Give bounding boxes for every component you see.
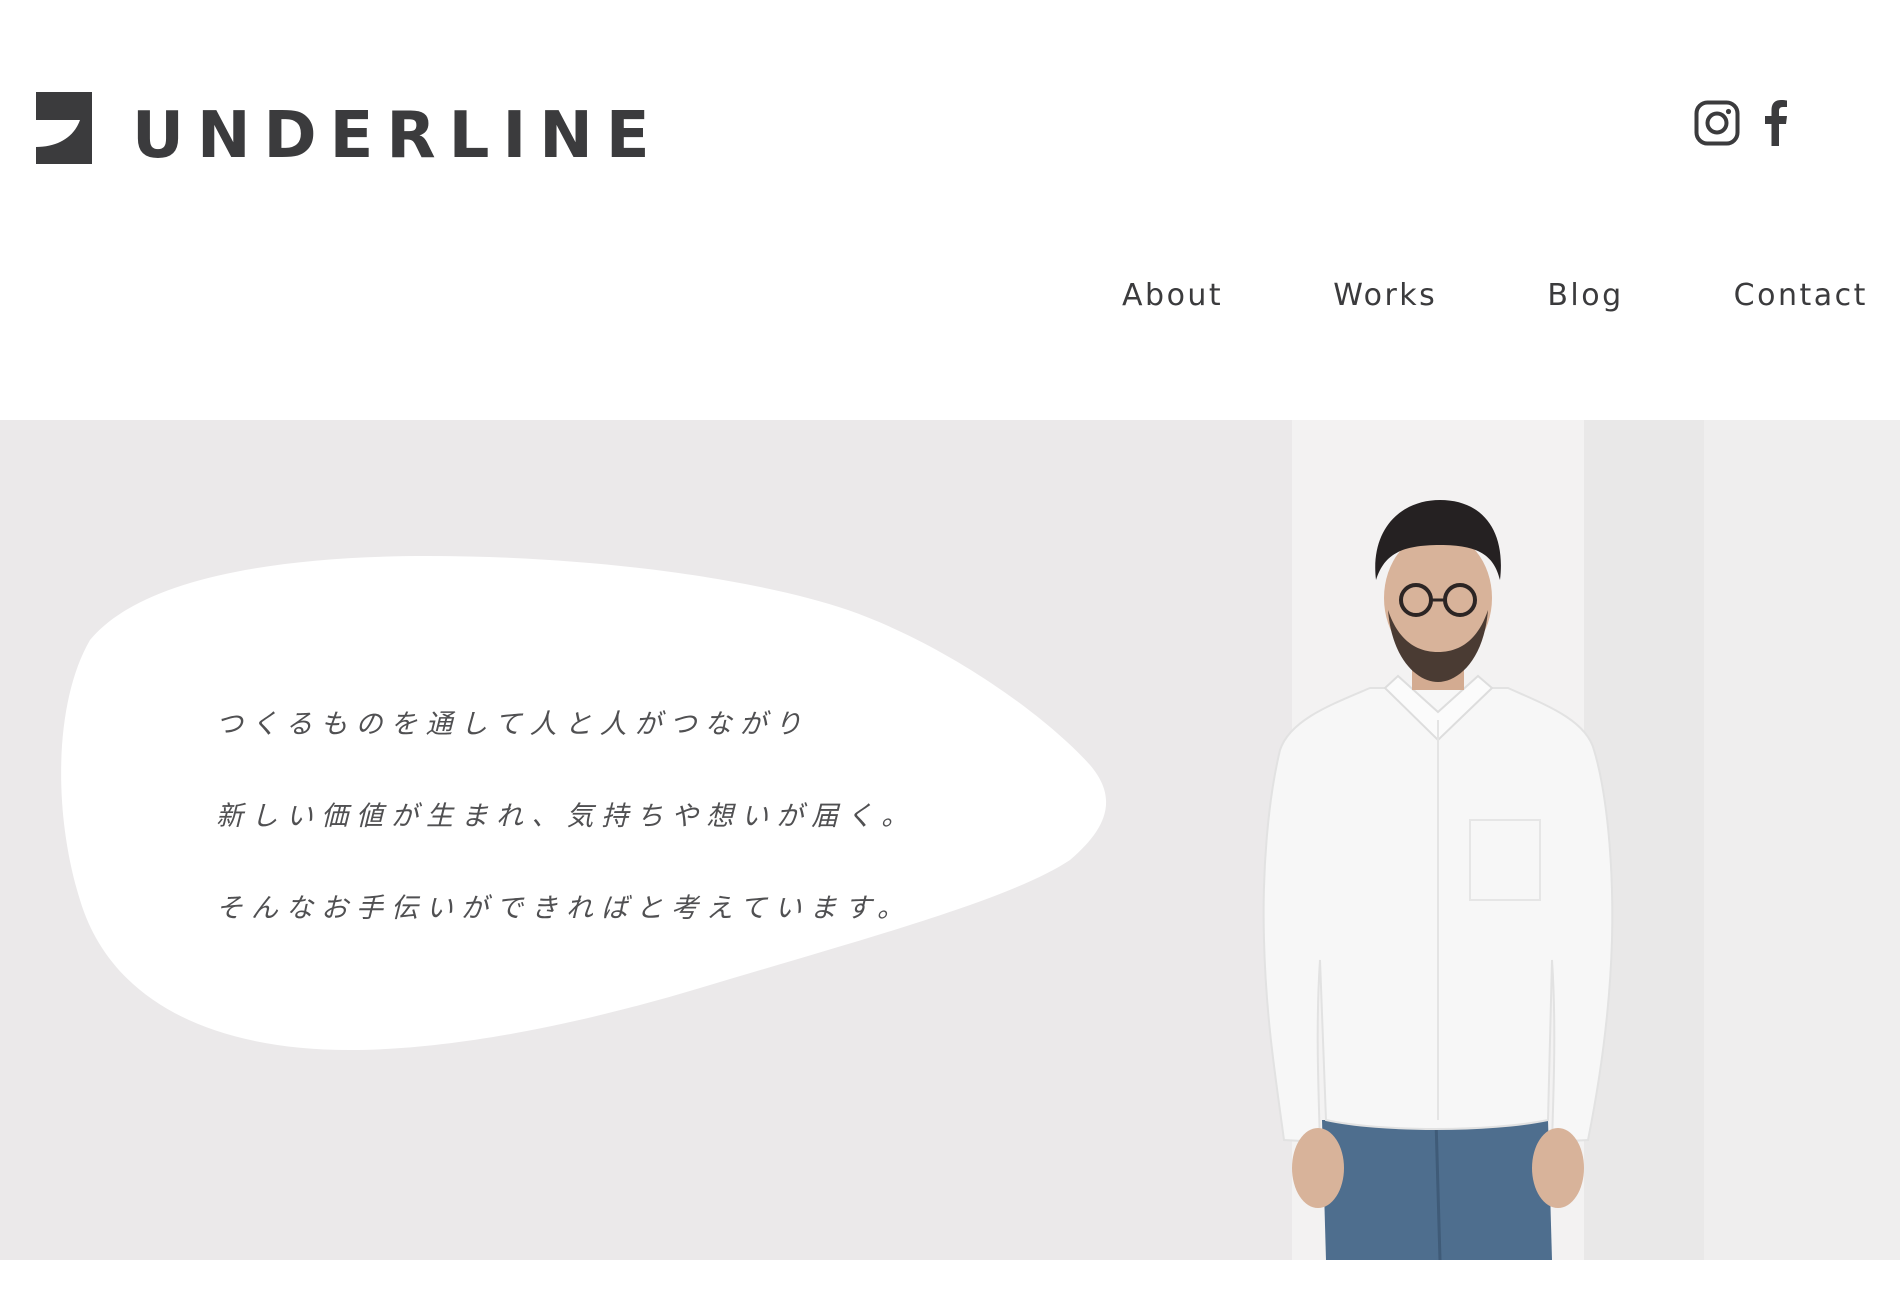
hero-line-1: つくるものを通して人と人がつながり bbox=[216, 709, 810, 740]
main-nav: About Works Blog Contact bbox=[1122, 278, 1868, 313]
nav-blog[interactable]: Blog bbox=[1547, 278, 1623, 313]
nav-about[interactable]: About bbox=[1122, 278, 1223, 313]
brand-name: UNDERLINE bbox=[132, 99, 663, 173]
instagram-icon[interactable] bbox=[1694, 100, 1740, 146]
hero-section: つくるものを通して人と人がつながり 新しい価値が生まれ、気持ちや想いが届く。 そ… bbox=[0, 420, 1900, 1260]
social-links bbox=[1694, 100, 1788, 146]
nav-works[interactable]: Works bbox=[1333, 278, 1437, 313]
nav-contact[interactable]: Contact bbox=[1734, 278, 1868, 313]
hero-message: つくるものを通して人と人がつながり 新しい価値が生まれ、気持ちや想いが届く。 そ… bbox=[216, 710, 916, 986]
underline-logo-mark-icon bbox=[36, 92, 92, 164]
hero-line-3: そんなお手伝いができればと考えています。 bbox=[216, 893, 912, 924]
site-header: UNDERLINE About Works Blog Contact bbox=[0, 0, 1900, 420]
site-logo[interactable]: UNDERLINE bbox=[36, 92, 663, 168]
hero-line-2: 新しい価値が生まれ、気持ちや想いが届く。 bbox=[216, 801, 917, 832]
facebook-icon[interactable] bbox=[1764, 100, 1788, 146]
